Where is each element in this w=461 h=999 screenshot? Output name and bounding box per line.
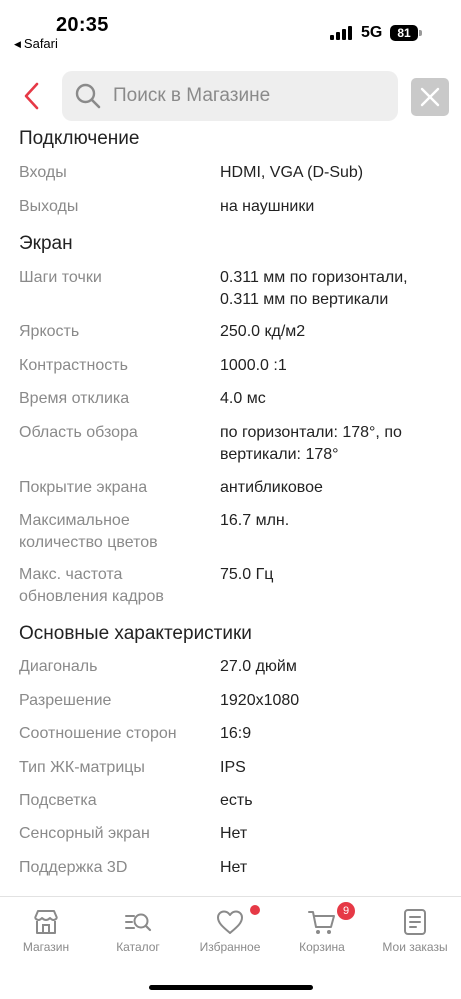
spec-value: 1920x1080 xyxy=(220,692,300,709)
tab-label: Корзина xyxy=(299,940,345,954)
status-time: 20:35 xyxy=(56,14,109,36)
spec-label: Яркость xyxy=(19,323,80,340)
tab-store[interactable]: Магазин xyxy=(0,897,92,967)
spec-label: Время отклика xyxy=(19,390,130,407)
network-type: 5G xyxy=(361,24,383,41)
cellular-signal-icon xyxy=(330,26,354,40)
tab-favorites[interactable]: Избранное xyxy=(184,897,276,967)
tab-label: Мои заказы xyxy=(382,940,448,954)
chevron-left-icon xyxy=(24,82,39,110)
search-placeholder: Поиск в Магазине xyxy=(113,85,271,106)
search-header: Поиск в Магазине xyxy=(0,70,461,122)
tab-label: Каталог xyxy=(116,940,160,954)
back-triangle-icon: ◀ xyxy=(14,39,21,49)
spec-label: Покрытие экрана xyxy=(19,479,148,496)
spec-value: 16:9 xyxy=(220,725,252,742)
spec-value: 75.0 Гц xyxy=(220,566,274,583)
spec-value: 0.311 мм по горизонтали, 0.311 мм по вер… xyxy=(220,269,408,308)
home-indicator xyxy=(149,985,313,990)
spec-label: Подсветка xyxy=(19,792,97,809)
tab-my-orders[interactable]: Мои заказы xyxy=(369,897,461,967)
spec-value: антибликовое xyxy=(220,479,323,496)
spec-label: Поддержка 3D xyxy=(19,859,128,876)
battery-tip xyxy=(419,30,422,36)
favorites-dot xyxy=(250,905,260,915)
spec-label: Диагональ xyxy=(19,658,98,675)
spec-value: 250.0 кд/м2 xyxy=(220,323,306,340)
spec-label: Соотношение сторон xyxy=(19,725,177,742)
catalog-search-icon xyxy=(125,913,152,932)
spec-label: Макс. частота обновления кадров xyxy=(19,566,164,605)
store-icon xyxy=(34,910,58,934)
status-bar: 20:35 ◀ Safari 5G 81 xyxy=(0,0,461,56)
tab-label: Магазин xyxy=(22,940,70,954)
section-title-main-specs: Основные характеристики xyxy=(19,623,252,644)
spec-value: по горизонтали: 178°, по вертикали: 178° xyxy=(220,424,402,463)
spec-value: 4.0 мс xyxy=(220,390,266,407)
cart-icon xyxy=(308,911,335,934)
tab-cart[interactable]: 9 Корзина xyxy=(276,897,368,967)
spec-label: Сенсорный экран xyxy=(19,825,150,842)
spec-value: 27.0 дюйм xyxy=(220,658,297,675)
spec-label: Максимальное количество цветов xyxy=(19,512,158,551)
search-input[interactable]: Поиск в Магазине xyxy=(62,71,398,121)
spec-label: Разрешение xyxy=(19,692,112,709)
section-title-screen: Экран xyxy=(19,233,73,254)
spec-value: 16.7 млн. xyxy=(220,512,290,529)
spec-label: Тип ЖК-матрицы xyxy=(19,759,145,776)
tab-label: Избранное xyxy=(199,940,261,954)
back-to-app-link[interactable]: ◀ Safari xyxy=(14,36,58,51)
close-icon xyxy=(420,87,440,107)
bottom-tab-bar: Магазин Каталог Избранное 9 Корзина Мои … xyxy=(0,896,461,999)
clear-search-button[interactable] xyxy=(411,78,449,116)
spec-value: есть xyxy=(220,792,253,809)
search-icon xyxy=(75,83,101,109)
spec-value: 1000.0 :1 xyxy=(220,357,287,374)
back-button[interactable] xyxy=(18,78,50,114)
orders-icon xyxy=(404,909,426,935)
spec-value: на наушники xyxy=(220,198,315,215)
spec-label: Входы xyxy=(19,164,67,181)
heart-icon xyxy=(217,910,243,934)
spec-value: Нет xyxy=(220,825,248,842)
spec-label: Шаги точки xyxy=(19,269,102,286)
battery-level: 81 xyxy=(397,26,411,40)
spec-label: Выходы xyxy=(19,198,79,215)
spec-value: IPS xyxy=(220,759,246,776)
spec-label: Контрастность xyxy=(19,357,128,374)
back-app-label: Safari xyxy=(23,36,58,51)
tab-catalog[interactable]: Каталог xyxy=(92,897,184,967)
cart-badge: 9 xyxy=(337,902,355,920)
section-title-connection: Подключение xyxy=(19,128,140,149)
spec-value: HDMI, VGA (D-Sub) xyxy=(220,164,364,181)
battery-icon: 81 xyxy=(390,25,418,41)
spec-value: Нет xyxy=(220,859,248,876)
spec-label: Область обзора xyxy=(19,424,138,441)
